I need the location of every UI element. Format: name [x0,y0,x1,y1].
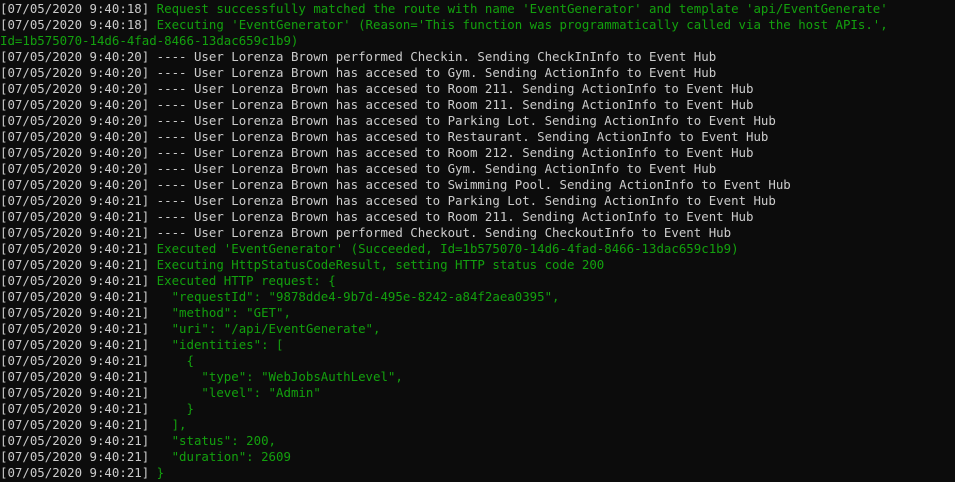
log-message: ---- User Lorenza Brown has accesed to R… [149,129,769,144]
log-message: "level": "Admin" [149,385,321,400]
log-line: [07/05/2020 9:40:21] ---- User Lorenza B… [0,225,955,241]
log-line: [07/05/2020 9:40:20] ---- User Lorenza B… [0,113,955,129]
log-line: [07/05/2020 9:40:21] "status": 200, [0,433,955,449]
log-timestamp: [07/05/2020 9:40:21] [0,401,150,416]
log-line: Id=1b575070-14d6-4fad-8466-13dac659c1b9) [0,33,955,49]
log-line: [07/05/2020 9:40:21] "uri": "/api/EventG… [0,321,955,337]
log-line: [07/05/2020 9:40:18] Request successfull… [0,1,955,17]
log-timestamp: [07/05/2020 9:40:21] [0,433,150,448]
log-timestamp: [07/05/2020 9:40:21] [0,225,150,240]
log-timestamp: [07/05/2020 9:40:20] [0,81,150,96]
log-message: } [149,401,194,416]
log-line: [07/05/2020 9:40:20] ---- User Lorenza B… [0,177,955,193]
log-message: ---- User Lorenza Brown performed Checki… [149,49,717,64]
log-line: [07/05/2020 9:40:20] ---- User Lorenza B… [0,129,955,145]
log-timestamp: [07/05/2020 9:40:20] [0,161,150,176]
log-timestamp: [07/05/2020 9:40:20] [0,65,150,80]
log-line: [07/05/2020 9:40:21] "method": "GET", [0,305,955,321]
log-timestamp: [07/05/2020 9:40:18] [0,1,150,16]
log-line: [07/05/2020 9:40:21] Executed HTTP reque… [0,273,955,289]
log-timestamp: [07/05/2020 9:40:20] [0,177,150,192]
log-timestamp: [07/05/2020 9:40:21] [0,337,150,352]
log-timestamp: [07/05/2020 9:40:20] [0,49,150,64]
log-line: [07/05/2020 9:40:21] "type": "WebJobsAut… [0,369,955,385]
log-message: "identities": [ [149,337,284,352]
log-line: [07/05/2020 9:40:20] ---- User Lorenza B… [0,97,955,113]
log-line: [07/05/2020 9:40:21] "duration": 2609 [0,449,955,465]
log-message: ---- User Lorenza Brown has accesed to P… [149,193,776,208]
log-message: "status": 200, [149,433,277,448]
log-line: [07/05/2020 9:40:20] ---- User Lorenza B… [0,145,955,161]
log-timestamp: [07/05/2020 9:40:20] [0,97,150,112]
log-message: ---- User Lorenza Brown has accesed to R… [149,81,754,96]
log-message: Id=1b575070-14d6-4fad-8466-13dac659c1b9) [0,33,299,48]
log-message: "uri": "/api/EventGenerate", [149,321,381,336]
terminal-output[interactable]: [07/05/2020 9:40:18] Request successfull… [0,0,955,481]
log-line: [07/05/2020 9:40:21] "level": "Admin" [0,385,955,401]
log-timestamp: [07/05/2020 9:40:21] [0,449,150,464]
log-line: [07/05/2020 9:40:21] Executed 'EventGene… [0,241,955,257]
log-message: ---- User Lorenza Brown has accesed to S… [149,177,791,192]
log-message: Executed 'EventGenerator' (Succeeded, Id… [149,241,739,256]
log-message: { [149,353,194,368]
log-timestamp: [07/05/2020 9:40:21] [0,417,150,432]
log-message: ---- User Lorenza Brown has accesed to P… [149,113,776,128]
log-timestamp: [07/05/2020 9:40:21] [0,257,150,272]
log-timestamp: [07/05/2020 9:40:21] [0,465,150,480]
log-message: Executing 'EventGenerator' (Reason='This… [149,17,888,32]
log-timestamp: [07/05/2020 9:40:21] [0,305,150,320]
log-message: ---- User Lorenza Brown has accesed to R… [149,209,754,224]
log-line: [07/05/2020 9:40:20] ---- User Lorenza B… [0,81,955,97]
log-timestamp: [07/05/2020 9:40:21] [0,321,150,336]
log-timestamp: [07/05/2020 9:40:21] [0,209,150,224]
log-message: Executing HttpStatusCodeResult, setting … [149,257,605,272]
log-timestamp: [07/05/2020 9:40:21] [0,241,150,256]
log-message: ---- User Lorenza Brown has accesed to R… [149,145,754,160]
log-timestamp: [07/05/2020 9:40:20] [0,129,150,144]
log-timestamp: [07/05/2020 9:40:21] [0,369,150,384]
log-message: "requestId": "9878dde4-9b7d-495e-8242-a8… [149,289,560,304]
log-timestamp: [07/05/2020 9:40:21] [0,273,150,288]
log-line: [07/05/2020 9:40:18] Executing 'EventGen… [0,17,955,33]
log-line: [07/05/2020 9:40:21] "requestId": "9878d… [0,289,955,305]
log-line: [07/05/2020 9:40:20] ---- User Lorenza B… [0,49,955,65]
log-line: [07/05/2020 9:40:21] ], [0,417,955,433]
log-message: ---- User Lorenza Brown performed Checko… [149,225,732,240]
log-line: [07/05/2020 9:40:20] ---- User Lorenza B… [0,161,955,177]
log-line: [07/05/2020 9:40:21] "identities": [ [0,337,955,353]
log-message: "duration": 2609 [149,449,291,464]
log-line: [07/05/2020 9:40:21] { [0,353,955,369]
log-message: "type": "WebJobsAuthLevel", [149,369,403,384]
log-line: [07/05/2020 9:40:21] ---- User Lorenza B… [0,209,955,225]
log-line: [07/05/2020 9:40:21] } [0,465,955,481]
log-line: [07/05/2020 9:40:20] ---- User Lorenza B… [0,65,955,81]
log-timestamp: [07/05/2020 9:40:20] [0,145,150,160]
log-timestamp: [07/05/2020 9:40:20] [0,113,150,128]
log-line: [07/05/2020 9:40:21] } [0,401,955,417]
log-timestamp: [07/05/2020 9:40:21] [0,193,150,208]
log-message: ---- User Lorenza Brown has accesed to G… [149,65,717,80]
log-message: } [149,465,165,480]
log-line: [07/05/2020 9:40:21] Executing HttpStatu… [0,257,955,273]
log-line: [07/05/2020 9:40:21] ---- User Lorenza B… [0,193,955,209]
log-timestamp: [07/05/2020 9:40:21] [0,289,150,304]
log-timestamp: [07/05/2020 9:40:18] [0,17,150,32]
log-message: ], [149,417,187,432]
log-timestamp: [07/05/2020 9:40:21] [0,353,150,368]
log-message: Request successfully matched the route w… [149,1,888,16]
log-message: Executed HTTP request: { [149,273,336,288]
log-timestamp: [07/05/2020 9:40:21] [0,385,150,400]
log-message: ---- User Lorenza Brown has accesed to G… [149,161,717,176]
log-message: "method": "GET", [149,305,291,320]
log-message: ---- User Lorenza Brown has accesed to R… [149,97,754,112]
